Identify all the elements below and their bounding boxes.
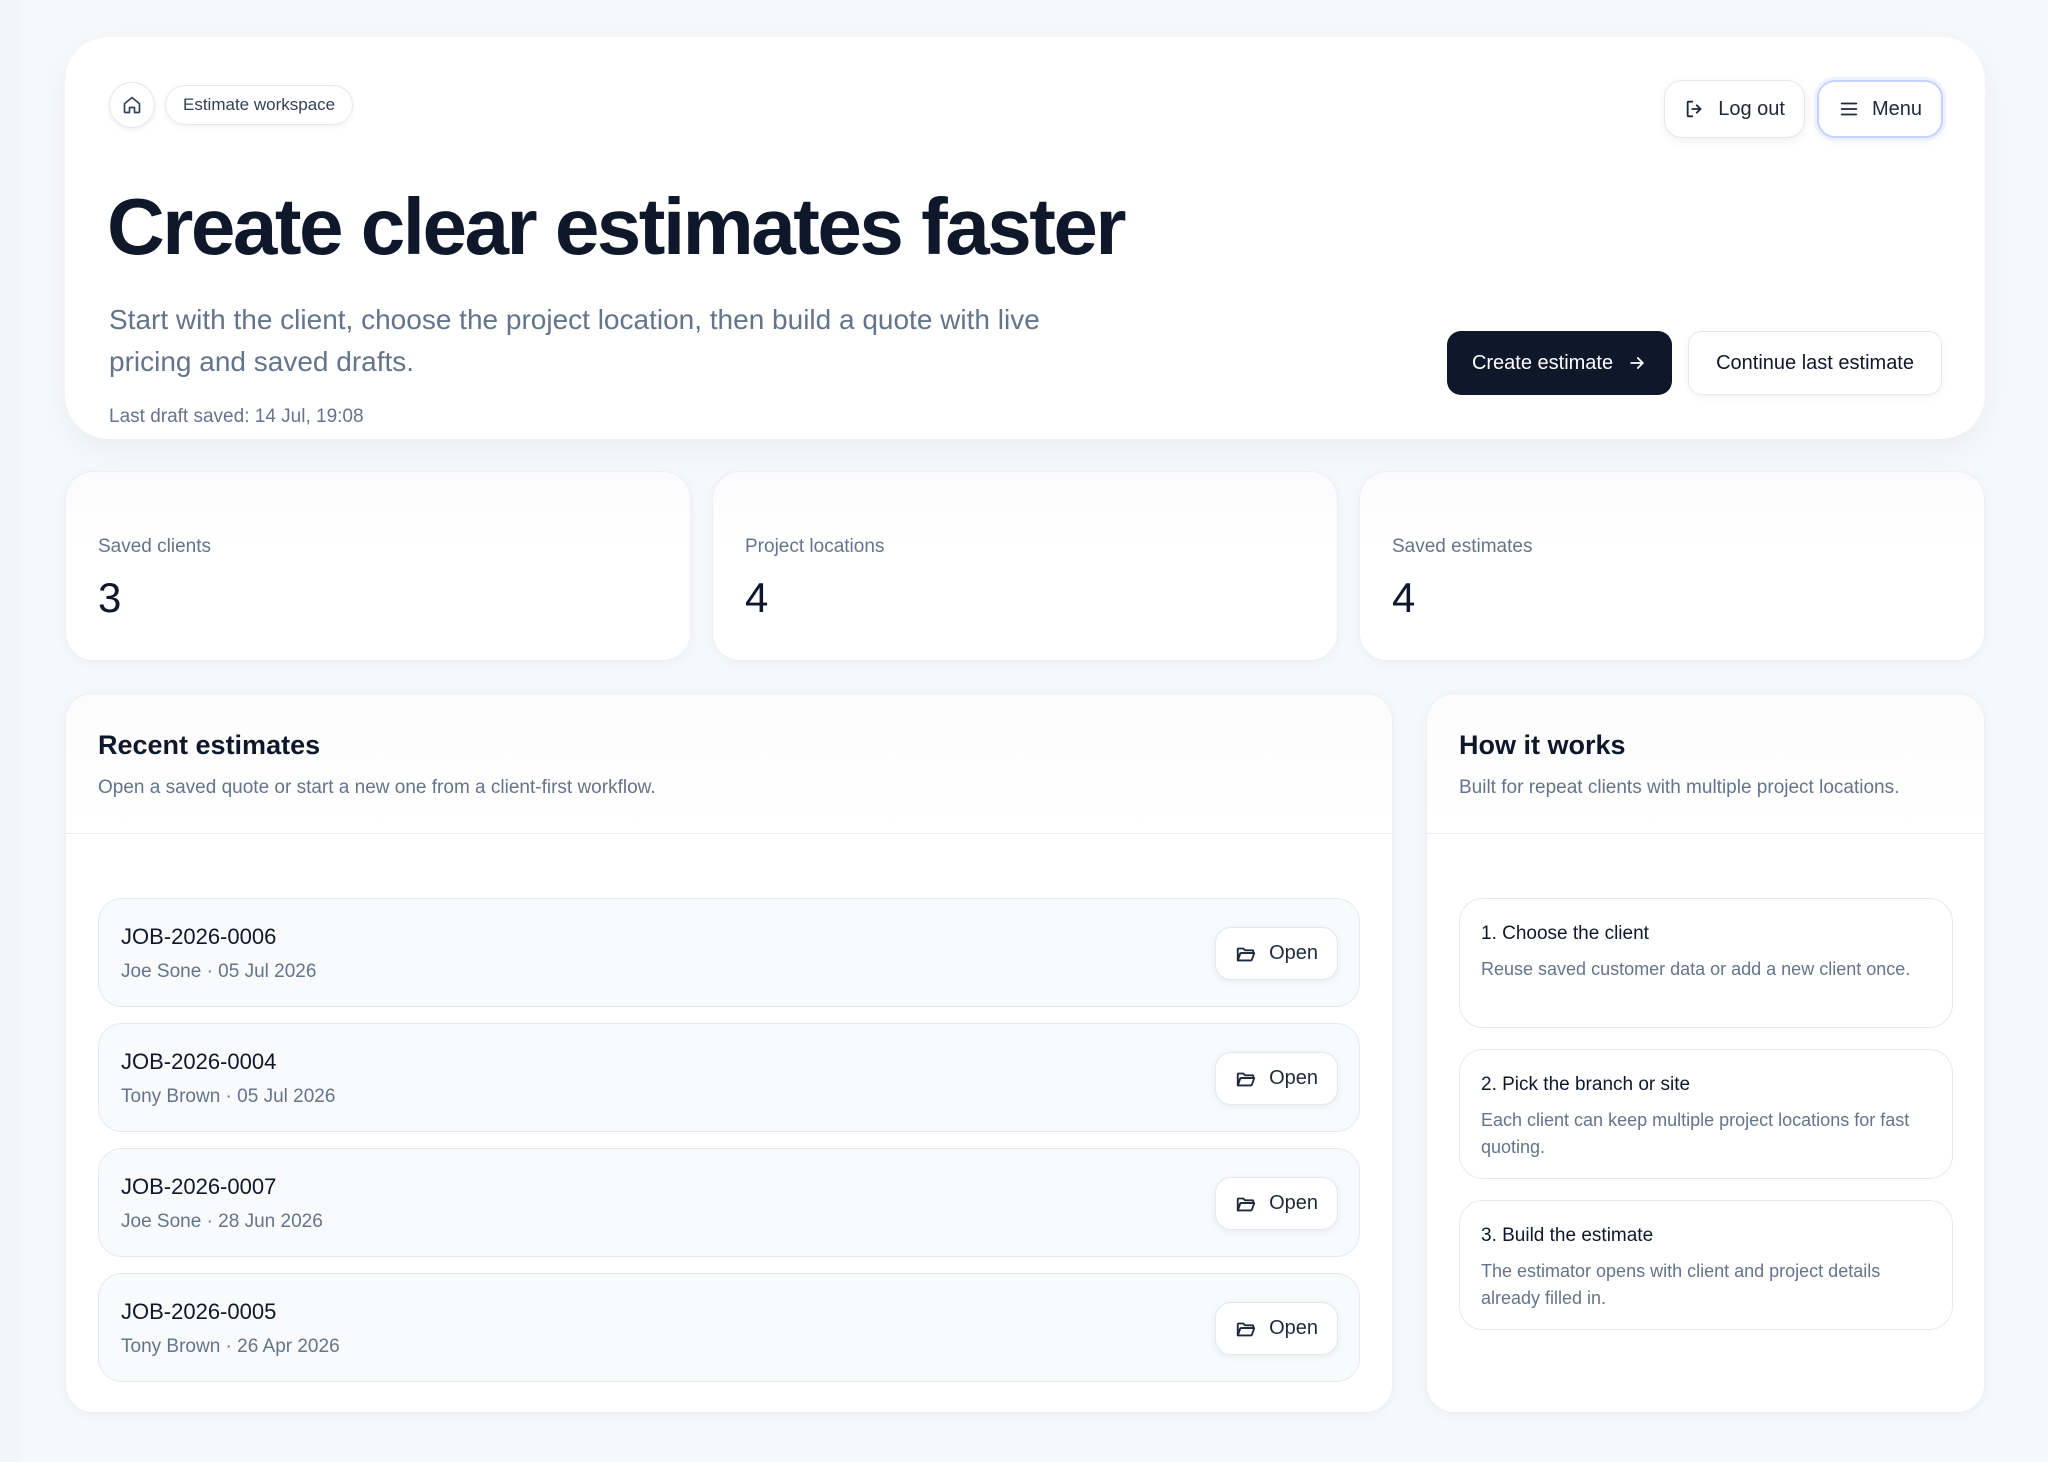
folder-open-icon (1236, 947, 1256, 961)
log-out-icon (1686, 100, 1702, 118)
list-item: JOB-2026-0004 Tony Brown · 05 Jul 2026 O… (98, 1023, 1360, 1132)
stat-label: Saved clients (98, 536, 212, 557)
logout-label: Log out (1718, 97, 1785, 120)
step-card: 3. Build the estimate The estimator open… (1459, 1200, 1953, 1330)
top-actions: Log out Menu (1664, 80, 1943, 138)
how-it-works-panel: How it works Built for repeat clients wi… (1426, 693, 1985, 1413)
folder-open-icon (1236, 1322, 1256, 1336)
menu-button[interactable]: Menu (1816, 80, 1943, 138)
open-button[interactable]: Open (1215, 1302, 1338, 1355)
page-subtitle: Start with the client, choose the projec… (109, 304, 1040, 377)
stat-card-project-locations: Project locations 4 (712, 471, 1338, 661)
stat-value: 4 (745, 574, 769, 621)
open-button[interactable]: Open (1215, 1052, 1338, 1105)
stat-card-saved-clients: Saved clients 3 (65, 471, 691, 661)
step-title: 2. Pick the branch or site (1481, 1074, 1691, 1095)
last-saved-text: Last draft saved: 14 Jul, 19:08 (109, 406, 364, 427)
estimate-meta: Tony Brown · 05 Jul 2026 (121, 1086, 336, 1107)
folder-open-icon (1236, 1072, 1256, 1086)
list-item: JOB-2026-0005 Tony Brown · 26 Apr 2026 O… (98, 1273, 1360, 1382)
step-description: Each client can keep multiple project lo… (1481, 1110, 1910, 1157)
panel-header: Recent estimates Open a saved quote or s… (66, 694, 1392, 834)
folder-open-icon (1236, 1197, 1256, 1211)
step-title: 3. Build the estimate (1481, 1225, 1654, 1246)
recent-estimates-panel: Recent estimates Open a saved quote or s… (65, 693, 1393, 1413)
open-label: Open (1269, 1067, 1318, 1089)
menu-label: Menu (1871, 97, 1922, 120)
open-label: Open (1269, 1317, 1318, 1339)
open-button[interactable]: Open (1215, 927, 1338, 980)
panel-description: Open a saved quote or start a new one fr… (98, 777, 656, 798)
hamburger-icon (1840, 102, 1858, 116)
estimate-id: JOB-2026-0004 (121, 1049, 277, 1074)
panel-description: Built for repeat clients with multiple p… (1459, 777, 1900, 798)
panel-header: How it works Built for repeat clients wi… (1427, 694, 1984, 834)
stat-label: Saved estimates (1392, 536, 1533, 557)
arrow-right-icon (1630, 357, 1644, 369)
home-button[interactable] (109, 82, 155, 128)
step-card: 1. Choose the client Reuse saved custome… (1459, 898, 1953, 1028)
steps-list: 1. Choose the client Reuse saved custome… (1459, 898, 1953, 1351)
home-icon (123, 96, 141, 114)
open-label: Open (1269, 942, 1318, 964)
hero-actions: Create estimate Continue last estimate (1446, 331, 1942, 395)
estimate-id: JOB-2026-0006 (121, 924, 277, 949)
create-estimate-label: Create estimate (1471, 351, 1614, 374)
panel-title: How it works (1459, 730, 1626, 760)
logout-button[interactable]: Log out (1664, 80, 1805, 138)
step-description: The estimator opens with client and proj… (1481, 1261, 1881, 1308)
workspace-pill[interactable]: Estimate workspace (165, 85, 354, 125)
stat-value: 4 (1392, 574, 1416, 621)
hero-card: Estimate workspace Log out Menu Create c… (65, 37, 1985, 439)
estimate-id: JOB-2026-0005 (121, 1299, 277, 1324)
estimate-meta: Tony Brown · 26 Apr 2026 (121, 1336, 340, 1357)
step-card: 2. Pick the branch or site Each client c… (1459, 1049, 1953, 1179)
estimate-meta: Joe Sone · 05 Jul 2026 (121, 961, 317, 982)
page-title: Create clear estimates faster (107, 182, 1127, 271)
estimate-meta: Joe Sone · 28 Jun 2026 (121, 1211, 323, 1232)
open-button[interactable]: Open (1215, 1177, 1338, 1230)
create-estimate-button[interactable]: Create estimate (1446, 331, 1673, 395)
estimate-id: JOB-2026-0007 (121, 1174, 277, 1199)
step-title: 1. Choose the client (1481, 923, 1649, 944)
stat-label: Project locations (745, 536, 885, 557)
stat-value: 3 (98, 574, 122, 621)
estimate-list: JOB-2026-0006 Joe Sone · 05 Jul 2026 Ope… (98, 898, 1360, 1398)
step-description: Reuse saved customer data or add a new c… (1481, 959, 1911, 979)
stat-card-saved-estimates: Saved estimates 4 (1359, 471, 1985, 661)
list-item: JOB-2026-0007 Joe Sone · 28 Jun 2026 Ope… (98, 1148, 1360, 1257)
continue-last-estimate-button[interactable]: Continue last estimate (1688, 331, 1942, 395)
breadcrumb: Estimate workspace (109, 82, 354, 128)
open-label: Open (1269, 1192, 1318, 1214)
list-item: JOB-2026-0006 Joe Sone · 05 Jul 2026 Ope… (98, 898, 1360, 1007)
panel-title: Recent estimates (98, 730, 321, 760)
